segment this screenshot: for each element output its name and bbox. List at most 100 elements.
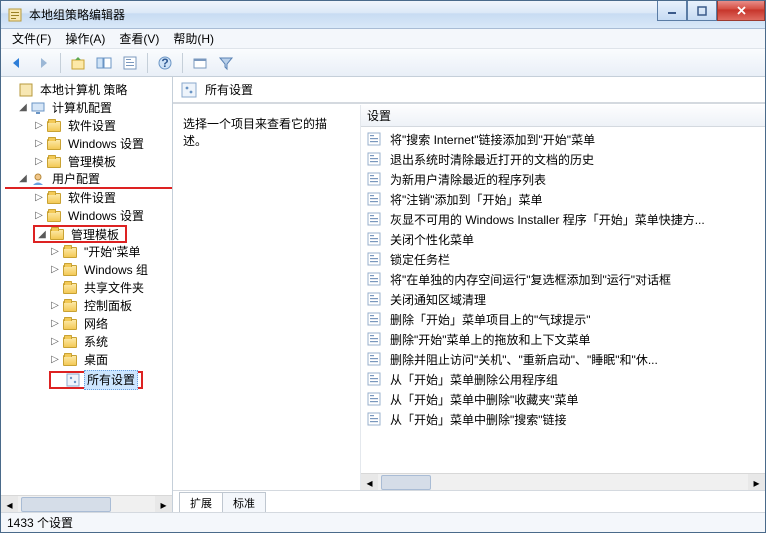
policy-item-icon	[367, 172, 381, 186]
policy-item-icon	[367, 372, 381, 386]
tree-item[interactable]: 共享文件夹	[5, 279, 172, 297]
list-item[interactable]: 关闭通知区域清理	[361, 289, 765, 309]
body: 本地计算机 策略 ◢ 计算机配置 ▷软件设置 ▷Windows 设置 ▷管理模板…	[1, 77, 765, 512]
expand-icon[interactable]: ▷	[49, 243, 61, 261]
expand-icon[interactable]: ▷	[49, 351, 61, 369]
tree-item[interactable]: ▷Windows 设置	[5, 207, 172, 225]
tree-user-config[interactable]: ◢ 用户配置	[5, 171, 172, 189]
minimize-button[interactable]	[657, 1, 687, 21]
window-title: 本地组策略编辑器	[29, 6, 125, 23]
view-tabs: 扩展 标准	[173, 490, 765, 512]
scroll-right-icon[interactable]: ▸	[748, 474, 765, 490]
policy-item-icon	[367, 252, 381, 266]
list-item[interactable]: 将"注销"添加到「开始」菜单	[361, 189, 765, 209]
options-button[interactable]	[188, 51, 212, 75]
tree-item[interactable]: ▷管理模板	[5, 153, 172, 171]
tree-item[interactable]: ▷网络	[5, 315, 172, 333]
menu-help[interactable]: 帮助(H)	[166, 28, 221, 49]
tree-admin-templates[interactable]: 管理模板	[68, 226, 122, 243]
tree-h-scrollbar[interactable]: ◂ ▸	[1, 495, 172, 512]
forward-button[interactable]	[31, 51, 55, 75]
tree-item[interactable]: ▷"开始"菜单	[5, 243, 172, 261]
highlight-box: ◢ 管理模板	[33, 225, 127, 243]
expand-icon[interactable]: ▷	[33, 135, 45, 153]
menu-view[interactable]: 查看(V)	[112, 28, 166, 49]
expand-icon[interactable]: ▷	[49, 297, 61, 315]
list-item[interactable]: 灰显不可用的 Windows Installer 程序「开始」菜单快捷方...	[361, 209, 765, 229]
collapse-icon[interactable]: ◢	[17, 99, 29, 117]
folder-icon	[62, 316, 78, 332]
folder-icon	[46, 136, 62, 152]
collapse-icon[interactable]: ◢	[36, 229, 48, 240]
tree-item[interactable]: ▷软件设置	[5, 189, 172, 207]
expand-icon[interactable]: ▷	[49, 333, 61, 351]
policy-item-icon	[367, 292, 381, 306]
list-item[interactable]: 将"在单独的内存空间运行"复选框添加到"运行"对话框	[361, 269, 765, 289]
filter-button[interactable]	[214, 51, 238, 75]
tree-computer-config[interactable]: ◢ 计算机配置	[5, 99, 172, 117]
tree-item[interactable]: ▷Windows 设置	[5, 135, 172, 153]
tree-root[interactable]: 本地计算机 策略	[5, 81, 172, 99]
tree[interactable]: 本地计算机 策略 ◢ 计算机配置 ▷软件设置 ▷Windows 设置 ▷管理模板…	[1, 77, 172, 495]
list-item[interactable]: 退出系统时清除最近打开的文档的历史	[361, 149, 765, 169]
folder-icon	[46, 154, 62, 170]
list-item[interactable]: 删除"开始"菜单上的拖放和上下文菜单	[361, 329, 765, 349]
help-button[interactable]: ?	[153, 51, 177, 75]
list-item-label: 退出系统时清除最近打开的文档的历史	[387, 151, 597, 168]
list-h-scrollbar[interactable]: ◂ ▸	[361, 473, 765, 490]
list-item[interactable]: 锁定任务栏	[361, 249, 765, 269]
list-item[interactable]: 从「开始」菜单删除公用程序组	[361, 369, 765, 389]
properties-button[interactable]	[118, 51, 142, 75]
path-bar: 所有设置	[173, 77, 765, 103]
show-hide-tree-button[interactable]	[92, 51, 116, 75]
up-button[interactable]	[66, 51, 90, 75]
expand-icon[interactable]: ▷	[33, 207, 45, 225]
list-item[interactable]: 删除并阻止访问"关机"、"重新启动"、"睡眠"和"休...	[361, 349, 765, 369]
folder-icon	[62, 352, 78, 368]
list-item[interactable]: 关闭个性化菜单	[361, 229, 765, 249]
column-settings[interactable]: 设置	[367, 107, 391, 124]
list-item-label: 删除并阻止访问"关机"、"重新启动"、"睡眠"和"休...	[387, 351, 661, 368]
scroll-left-icon[interactable]: ◂	[361, 474, 378, 490]
list-item[interactable]: 删除「开始」菜单项目上的"气球提示"	[361, 309, 765, 329]
expand-icon[interactable]: ▷	[49, 315, 61, 333]
list-item-label: 从「开始」菜单删除公用程序组	[387, 371, 561, 388]
close-button[interactable]	[717, 1, 765, 21]
policy-item-icon	[367, 192, 381, 206]
collapse-icon[interactable]: ◢	[17, 170, 29, 188]
scroll-thumb[interactable]	[21, 497, 111, 512]
list-item[interactable]: 将"搜索 Internet"链接添加到"开始"菜单	[361, 129, 765, 149]
scroll-right-icon[interactable]: ▸	[155, 496, 172, 512]
expand-icon[interactable]: ▷	[33, 153, 45, 171]
expand-icon[interactable]: ▷	[33, 189, 45, 207]
tree-item[interactable]: ▷桌面	[5, 351, 172, 369]
list-item-label: 将"搜索 Internet"链接添加到"开始"菜单	[387, 131, 598, 148]
menu-file[interactable]: 文件(F)	[5, 28, 58, 49]
svg-text:?: ?	[161, 56, 168, 70]
settings-list[interactable]: 将"搜索 Internet"链接添加到"开始"菜单退出系统时清除最近打开的文档的…	[361, 127, 765, 473]
detail-pane: 所有设置 选择一个项目来查看它的描述。 设置 将"搜索 Internet"链接添…	[173, 77, 765, 512]
expand-icon[interactable]: ▷	[49, 261, 61, 279]
expand-icon[interactable]: ▷	[33, 117, 45, 135]
titlebar[interactable]: 本地组策略编辑器	[1, 1, 765, 29]
maximize-button[interactable]	[687, 1, 717, 21]
settings-icon	[181, 82, 197, 98]
tree-item[interactable]: ▷控制面板	[5, 297, 172, 315]
scroll-left-icon[interactable]: ◂	[1, 496, 18, 512]
tree-item[interactable]: ▷Windows 组	[5, 261, 172, 279]
list-item[interactable]: 为新用户清除最近的程序列表	[361, 169, 765, 189]
list-item-label: 关闭通知区域清理	[387, 291, 489, 308]
tree-item[interactable]: ▷软件设置	[5, 117, 172, 135]
scroll-thumb[interactable]	[381, 475, 431, 490]
back-button[interactable]	[5, 51, 29, 75]
folder-icon	[62, 244, 78, 260]
tab-extended[interactable]: 扩展	[179, 492, 223, 512]
list-header[interactable]: 设置	[361, 105, 765, 127]
tree-all-settings[interactable]: 所有设置	[84, 371, 138, 389]
list-item[interactable]: 从「开始」菜单中删除"收藏夹"菜单	[361, 389, 765, 409]
policy-item-icon	[367, 212, 381, 226]
menu-action[interactable]: 操作(A)	[58, 28, 112, 49]
tree-item[interactable]: ▷系统	[5, 333, 172, 351]
tab-standard[interactable]: 标准	[222, 492, 266, 512]
list-item[interactable]: 从「开始」菜单中删除"搜索"链接	[361, 409, 765, 429]
